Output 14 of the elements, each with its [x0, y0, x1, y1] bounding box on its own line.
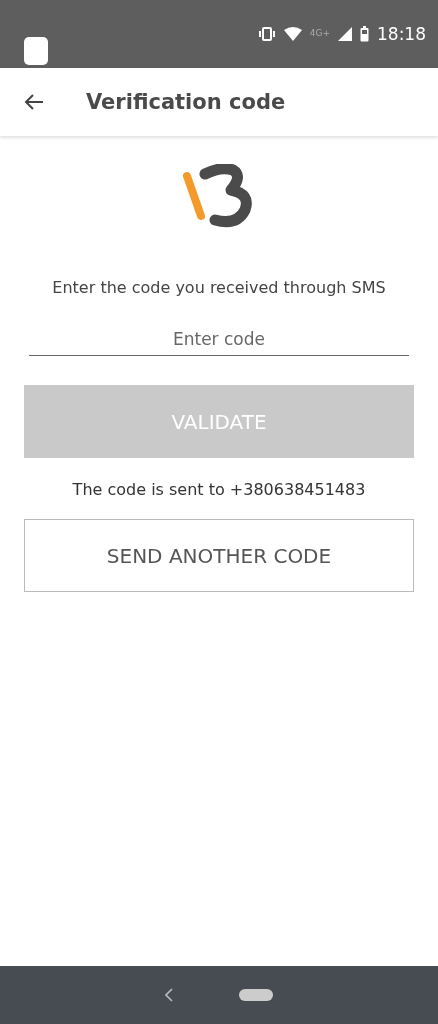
- home-button[interactable]: [239, 989, 273, 1001]
- wifi-icon: [283, 27, 302, 41]
- app-icon: [24, 37, 48, 65]
- instruction-text: Enter the code you received through SMS: [52, 278, 386, 297]
- screen-title: Verification code: [86, 90, 286, 114]
- code-input-field[interactable]: Enter code: [29, 323, 409, 356]
- signal-icon: [338, 27, 352, 41]
- send-another-code-button[interactable]: SEND ANOTHER CODE: [24, 519, 414, 592]
- clock: 18:18: [377, 24, 426, 44]
- back-icon[interactable]: [165, 988, 173, 1002]
- vibrate-icon: [257, 27, 276, 41]
- battery-icon: [360, 26, 369, 42]
- sent-to-text: The code is sent to +380638451483: [72, 480, 366, 499]
- network-type: 4G+: [309, 28, 330, 38]
